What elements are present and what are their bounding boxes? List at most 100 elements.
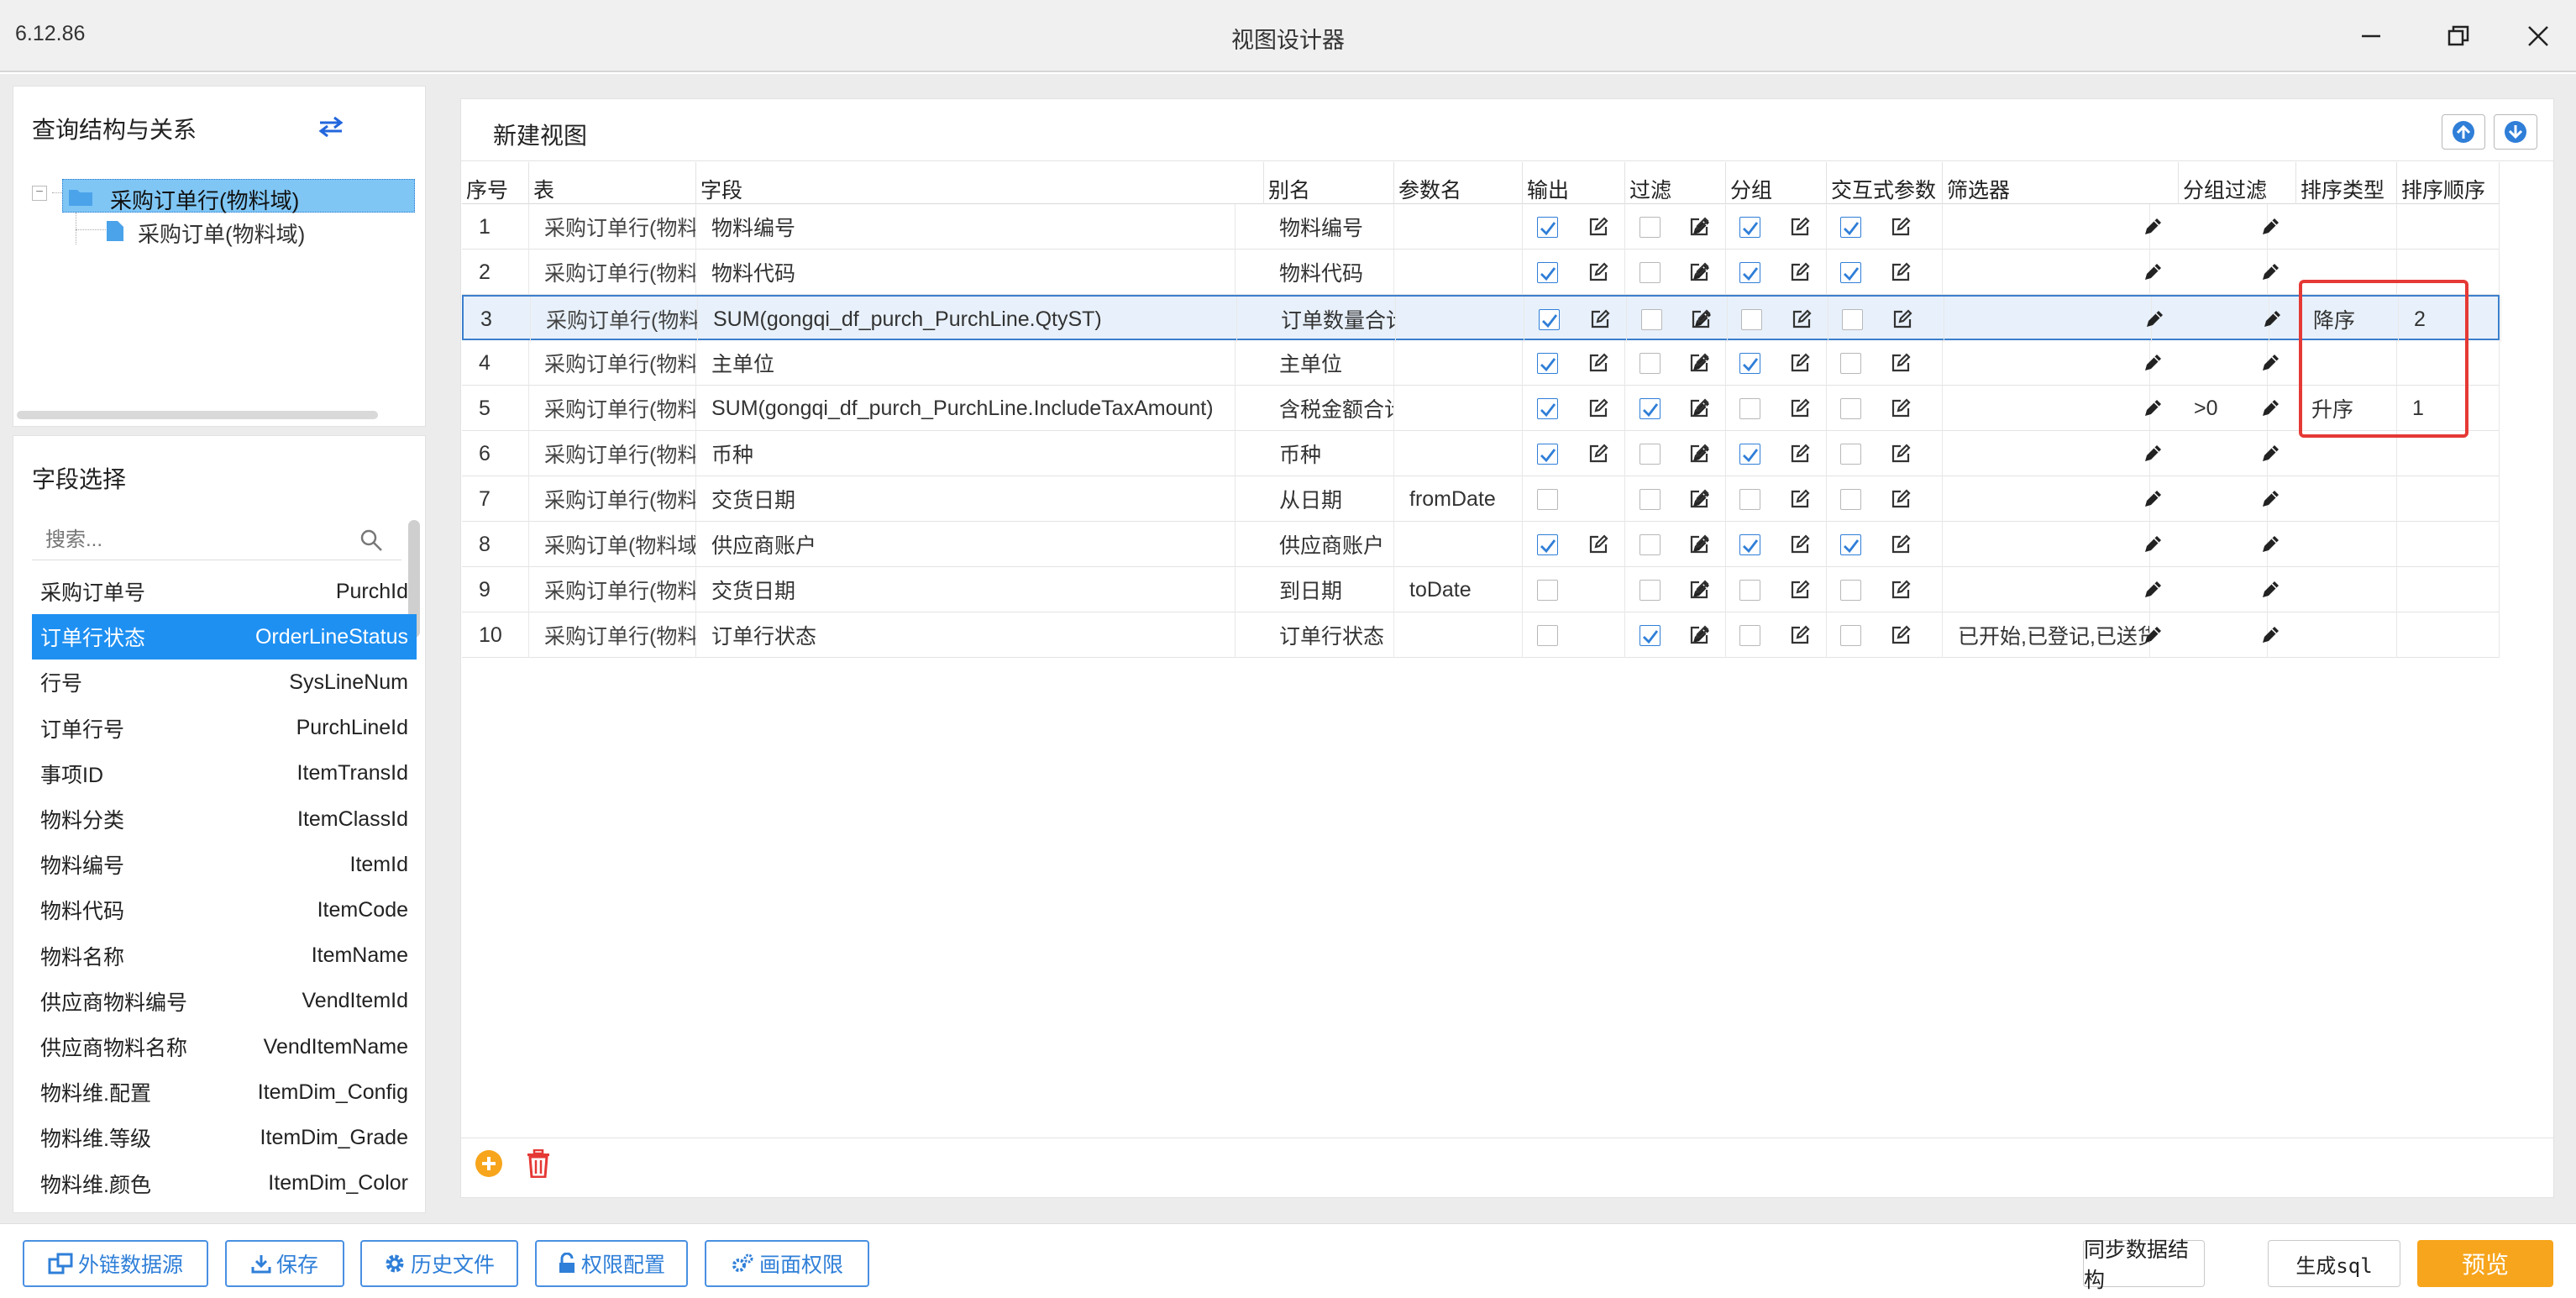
generate-sql-button[interactable]: 生成sql bbox=[2268, 1240, 2400, 1287]
filter-value-cell[interactable] bbox=[1943, 386, 2150, 431]
field-list-item[interactable]: 物料编号 ItemId bbox=[32, 842, 417, 887]
group-checkbox[interactable] bbox=[1739, 534, 1760, 555]
field-cell[interactable]: 订单行状态 bbox=[696, 612, 1236, 658]
field-cell[interactable]: 物料代码 bbox=[696, 250, 1236, 295]
tree-node-purchase-order[interactable]: 采购订单(物料域) bbox=[106, 216, 408, 247]
group-checkbox[interactable] bbox=[1739, 262, 1760, 283]
sort-type-cell[interactable] bbox=[2296, 431, 2397, 476]
edit-icon[interactable] bbox=[1789, 624, 1811, 646]
edit-icon[interactable] bbox=[1688, 624, 1710, 646]
param-cell[interactable] bbox=[1394, 340, 1523, 386]
table-cell[interactable]: 采购订单行(物料域) bbox=[529, 204, 696, 250]
param-cell[interactable]: fromDate bbox=[1394, 476, 1523, 522]
filter-value-cell[interactable] bbox=[1943, 431, 2150, 476]
close-button[interactable] bbox=[2517, 15, 2559, 57]
edit-icon[interactable] bbox=[1890, 443, 1912, 465]
field-list-item[interactable]: 物料维.等级 ItemDim_Grade bbox=[32, 1115, 417, 1160]
pencil-icon[interactable] bbox=[2142, 261, 2164, 283]
table-row[interactable]: 10采购订单行(物料域)订单行状态订单行状态已开始,已登记,已送货 bbox=[462, 612, 2500, 658]
group-checkbox[interactable] bbox=[1739, 444, 1760, 465]
param-cell[interactable] bbox=[1394, 522, 1523, 567]
edit-icon[interactable] bbox=[1890, 397, 1912, 419]
sort-order-cell[interactable] bbox=[2397, 204, 2500, 250]
param-cell[interactable] bbox=[1394, 431, 1523, 476]
edit-icon[interactable] bbox=[1587, 443, 1609, 465]
header-col-group-filter[interactable]: 分组过滤 bbox=[2179, 162, 2296, 204]
field-cell[interactable]: SUM(gongqi_df_purch_PurchLine.QtyST) bbox=[698, 297, 1237, 342]
filter-value-cell[interactable] bbox=[1943, 204, 2150, 250]
filter-checkbox[interactable] bbox=[1640, 580, 1660, 601]
edit-icon[interactable] bbox=[1890, 352, 1912, 374]
table-row[interactable]: 6采购订单行(物料域)币种币种 bbox=[462, 431, 2500, 476]
output-checkbox[interactable] bbox=[1537, 353, 1558, 374]
interactive-checkbox[interactable] bbox=[1840, 489, 1861, 510]
field-list-item[interactable]: 物料分类 ItemClassId bbox=[32, 796, 417, 842]
filter-checkbox[interactable] bbox=[1640, 489, 1660, 510]
group-checkbox[interactable] bbox=[1739, 625, 1760, 646]
filter-checkbox[interactable] bbox=[1640, 262, 1660, 283]
field-cell[interactable]: 交货日期 bbox=[696, 567, 1236, 612]
interactive-checkbox[interactable] bbox=[1840, 262, 1861, 283]
edit-icon[interactable] bbox=[1688, 579, 1710, 601]
table-cell[interactable]: 采购订单行(物料域) bbox=[529, 476, 696, 522]
group-filter-cell[interactable] bbox=[2179, 204, 2268, 250]
output-checkbox[interactable] bbox=[1537, 580, 1558, 601]
table-row[interactable]: 5采购订单行(物料域)SUM(gongqi_df_purch_PurchLine… bbox=[462, 386, 2500, 431]
alias-cell[interactable]: 物料编号 bbox=[1264, 204, 1394, 250]
group-checkbox[interactable] bbox=[1739, 489, 1760, 510]
edit-icon[interactable] bbox=[1789, 352, 1811, 374]
field-search-input[interactable] bbox=[32, 520, 401, 560]
header-col-filter[interactable]: 过滤 bbox=[1625, 162, 1726, 204]
field-cell[interactable]: 交货日期 bbox=[696, 476, 1236, 522]
table-cell[interactable]: 采购订单行(物料域) bbox=[529, 612, 696, 658]
param-cell[interactable] bbox=[1394, 250, 1523, 295]
table-row[interactable]: 1采购订单行(物料域)物料编号物料编号 bbox=[462, 204, 2500, 250]
group-checkbox[interactable] bbox=[1739, 580, 1760, 601]
edit-icon[interactable] bbox=[1789, 216, 1811, 238]
pencil-icon[interactable] bbox=[2142, 443, 2164, 465]
edit-icon[interactable] bbox=[1688, 352, 1710, 374]
screen-permissions-button[interactable]: 画面权限 bbox=[705, 1240, 869, 1287]
edit-icon[interactable] bbox=[1688, 397, 1710, 419]
pencil-icon[interactable] bbox=[2259, 488, 2281, 510]
interactive-checkbox[interactable] bbox=[1840, 625, 1861, 646]
param-cell[interactable]: toDate bbox=[1394, 567, 1523, 612]
pencil-icon[interactable] bbox=[2259, 443, 2281, 465]
alias-cell[interactable]: 到日期 bbox=[1264, 567, 1394, 612]
table-cell[interactable]: 采购订单行(物料域) bbox=[529, 386, 696, 431]
edit-icon[interactable] bbox=[1690, 308, 1712, 330]
pencil-icon[interactable] bbox=[2259, 624, 2281, 646]
group-checkbox[interactable] bbox=[1739, 398, 1760, 419]
header-col-table[interactable]: 表 bbox=[529, 162, 696, 204]
header-col-group[interactable]: 分组 bbox=[1726, 162, 1827, 204]
alias-cell[interactable]: 物料代码 bbox=[1264, 250, 1394, 295]
pencil-icon[interactable] bbox=[2261, 308, 2283, 330]
filter-checkbox[interactable] bbox=[1640, 534, 1660, 555]
header-col-field[interactable]: 字段 bbox=[696, 162, 1264, 204]
sort-type-cell[interactable] bbox=[2296, 476, 2397, 522]
header-col-interactive[interactable]: 交互式参数 bbox=[1827, 162, 1943, 204]
alias-cell[interactable]: 从日期 bbox=[1264, 476, 1394, 522]
field-list-item[interactable]: 事项ID ItemTransId bbox=[32, 751, 417, 796]
filter-checkbox[interactable] bbox=[1640, 625, 1660, 646]
external-source-button[interactable]: 外链数据源 bbox=[23, 1240, 208, 1287]
table-row[interactable]: 2采购订单行(物料域)物料代码物料代码 bbox=[462, 250, 2500, 295]
edit-icon[interactable] bbox=[1890, 624, 1912, 646]
pencil-icon[interactable] bbox=[2142, 352, 2164, 374]
move-up-button[interactable] bbox=[2442, 114, 2485, 150]
alias-cell[interactable]: 订单数量合计 bbox=[1266, 297, 1396, 342]
preview-button[interactable]: 预览 bbox=[2417, 1240, 2553, 1287]
table-cell[interactable]: 采购订单行(物料域) bbox=[529, 567, 696, 612]
filter-value-cell[interactable] bbox=[1943, 522, 2150, 567]
alias-cell[interactable]: 供应商账户 bbox=[1264, 522, 1394, 567]
sort-order-cell[interactable] bbox=[2397, 612, 2500, 658]
group-filter-cell[interactable] bbox=[2179, 340, 2268, 386]
filter-value-cell[interactable] bbox=[1943, 340, 2150, 386]
field-list-item[interactable]: 行号 SysLineNum bbox=[32, 660, 417, 705]
group-filter-cell[interactable] bbox=[2179, 476, 2268, 522]
save-button[interactable]: 保存 bbox=[225, 1240, 344, 1287]
filter-value-cell[interactable] bbox=[1943, 567, 2150, 612]
filter-checkbox[interactable] bbox=[1640, 398, 1660, 419]
minimize-button[interactable] bbox=[2350, 15, 2392, 57]
tree-collapse-toggle[interactable]: − bbox=[32, 186, 47, 201]
